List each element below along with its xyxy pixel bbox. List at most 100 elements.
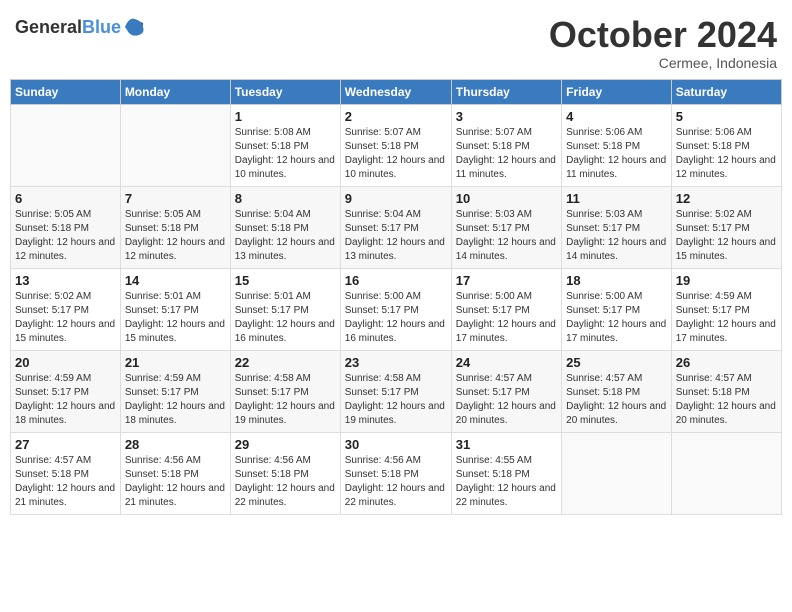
day-info: Sunrise: 5:00 AM Sunset: 5:17 PM Dayligh… xyxy=(345,290,447,346)
day-info: Sunrise: 5:02 AM Sunset: 5:17 PM Dayligh… xyxy=(676,208,777,264)
day-number: 21 xyxy=(125,355,226,370)
day-info: Sunrise: 5:05 AM Sunset: 5:18 PM Dayligh… xyxy=(125,208,226,264)
day-number: 23 xyxy=(345,355,447,370)
title-block: October 2024 Cermee, Indonesia xyxy=(549,15,777,71)
day-info: Sunrise: 5:08 AM Sunset: 5:18 PM Dayligh… xyxy=(235,126,336,182)
day-info: Sunrise: 4:56 AM Sunset: 5:18 PM Dayligh… xyxy=(125,454,226,510)
column-header-monday: Monday xyxy=(120,79,230,104)
calendar-cell: 10 Sunrise: 5:03 AM Sunset: 5:17 PM Dayli… xyxy=(451,186,561,268)
day-info: Sunrise: 5:00 AM Sunset: 5:17 PM Dayligh… xyxy=(456,290,557,346)
calendar-cell: 6 Sunrise: 5:05 AM Sunset: 5:18 PM Daylig… xyxy=(11,186,121,268)
logo-blue: Blue xyxy=(82,17,121,37)
day-number: 18 xyxy=(566,273,667,288)
calendar-cell: 20Sunrise: 4:59 AM Sunset: 5:17 PM Dayli… xyxy=(11,350,121,432)
day-info: Sunrise: 5:03 AM Sunset: 5:17 PM Dayligh… xyxy=(566,208,667,264)
day-number: 3 xyxy=(456,109,557,124)
column-header-wednesday: Wednesday xyxy=(340,79,451,104)
day-info: Sunrise: 5:02 AM Sunset: 5:17 PM Dayligh… xyxy=(15,290,116,346)
day-number: 1 xyxy=(235,109,336,124)
day-info: Sunrise: 5:04 AM Sunset: 5:17 PM Dayligh… xyxy=(345,208,447,264)
day-info: Sunrise: 4:58 AM Sunset: 5:17 PM Dayligh… xyxy=(235,372,336,428)
calendar-cell: 18Sunrise: 5:00 AM Sunset: 5:17 PM Dayli… xyxy=(562,268,672,350)
calendar-cell: 3 Sunrise: 5:07 AM Sunset: 5:18 PM Daylig… xyxy=(451,104,561,186)
day-number: 19 xyxy=(676,273,777,288)
day-number: 25 xyxy=(566,355,667,370)
day-number: 12 xyxy=(676,191,777,206)
day-info: Sunrise: 5:01 AM Sunset: 5:17 PM Dayligh… xyxy=(125,290,226,346)
calendar-cell: 19 Sunrise: 4:59 AM Sunset: 5:17 PM Dayli… xyxy=(671,268,781,350)
day-info: Sunrise: 5:07 AM Sunset: 5:18 PM Dayligh… xyxy=(345,126,447,182)
calendar-cell: 31 Sunrise: 4:55 AM Sunset: 5:18 PM Dayli… xyxy=(451,432,561,514)
calendar-cell: 4Sunrise: 5:06 AM Sunset: 5:18 PM Daylig… xyxy=(562,104,672,186)
column-header-thursday: Thursday xyxy=(451,79,561,104)
day-info: Sunrise: 4:58 AM Sunset: 5:17 PM Dayligh… xyxy=(345,372,447,428)
day-number: 15 xyxy=(235,273,336,288)
day-number: 16 xyxy=(345,273,447,288)
logo-general: General xyxy=(15,17,82,37)
week-row-5: 27 Sunrise: 4:57 AM Sunset: 5:18 PM Dayli… xyxy=(11,432,782,514)
day-number: 6 xyxy=(15,191,116,206)
calendar-cell: 25Sunrise: 4:57 AM Sunset: 5:18 PM Dayli… xyxy=(562,350,672,432)
calendar-cell: 5Sunrise: 5:06 AM Sunset: 5:18 PM Daylig… xyxy=(671,104,781,186)
week-row-1: 1 Sunrise: 5:08 AM Sunset: 5:18 PM Daylig… xyxy=(11,104,782,186)
day-number: 9 xyxy=(345,191,447,206)
day-number: 27 xyxy=(15,437,116,452)
day-info: Sunrise: 5:07 AM Sunset: 5:18 PM Dayligh… xyxy=(456,126,557,182)
calendar-cell: 14 Sunrise: 5:01 AM Sunset: 5:17 PM Dayli… xyxy=(120,268,230,350)
day-info: Sunrise: 4:59 AM Sunset: 5:17 PM Dayligh… xyxy=(125,372,226,428)
calendar-cell: 23 Sunrise: 4:58 AM Sunset: 5:17 PM Dayli… xyxy=(340,350,451,432)
calendar-cell: 7 Sunrise: 5:05 AM Sunset: 5:18 PM Daylig… xyxy=(120,186,230,268)
day-number: 26 xyxy=(676,355,777,370)
calendar-cell: 1 Sunrise: 5:08 AM Sunset: 5:18 PM Daylig… xyxy=(230,104,340,186)
calendar-cell: 22 Sunrise: 4:58 AM Sunset: 5:17 PM Dayli… xyxy=(230,350,340,432)
day-number: 5 xyxy=(676,109,777,124)
calendar-cell: 26Sunrise: 4:57 AM Sunset: 5:18 PM Dayli… xyxy=(671,350,781,432)
day-info: Sunrise: 4:57 AM Sunset: 5:18 PM Dayligh… xyxy=(15,454,116,510)
day-number: 2 xyxy=(345,109,447,124)
logo-icon xyxy=(123,15,147,39)
day-number: 28 xyxy=(125,437,226,452)
logo: GeneralBlue xyxy=(15,15,147,39)
week-row-3: 13 Sunrise: 5:02 AM Sunset: 5:17 PM Dayli… xyxy=(11,268,782,350)
day-number: 8 xyxy=(235,191,336,206)
day-number: 14 xyxy=(125,273,226,288)
day-number: 24 xyxy=(456,355,557,370)
day-info: Sunrise: 4:56 AM Sunset: 5:18 PM Dayligh… xyxy=(345,454,447,510)
day-number: 31 xyxy=(456,437,557,452)
day-number: 17 xyxy=(456,273,557,288)
day-number: 7 xyxy=(125,191,226,206)
calendar-cell: 24 Sunrise: 4:57 AM Sunset: 5:17 PM Dayli… xyxy=(451,350,561,432)
calendar-cell xyxy=(120,104,230,186)
calendar-cell: 29 Sunrise: 4:56 AM Sunset: 5:18 PM Dayli… xyxy=(230,432,340,514)
calendar-cell: 21 Sunrise: 4:59 AM Sunset: 5:17 PM Dayli… xyxy=(120,350,230,432)
calendar-cell: 17 Sunrise: 5:00 AM Sunset: 5:17 PM Dayli… xyxy=(451,268,561,350)
calendar-cell: 9 Sunrise: 5:04 AM Sunset: 5:17 PM Daylig… xyxy=(340,186,451,268)
day-number: 22 xyxy=(235,355,336,370)
column-header-friday: Friday xyxy=(562,79,672,104)
day-info: Sunrise: 4:59 AM Sunset: 5:17 PM Dayligh… xyxy=(676,290,777,346)
day-info: Sunrise: 4:55 AM Sunset: 5:18 PM Dayligh… xyxy=(456,454,557,510)
calendar-cell: 27 Sunrise: 4:57 AM Sunset: 5:18 PM Dayli… xyxy=(11,432,121,514)
location-title: Cermee, Indonesia xyxy=(549,55,777,71)
day-number: 20 xyxy=(15,355,116,370)
day-number: 29 xyxy=(235,437,336,452)
calendar-cell xyxy=(11,104,121,186)
calendar-cell xyxy=(562,432,672,514)
calendar-cell: 28 Sunrise: 4:56 AM Sunset: 5:18 PM Dayli… xyxy=(120,432,230,514)
day-number: 4 xyxy=(566,109,667,124)
day-info: Sunrise: 4:57 AM Sunset: 5:17 PM Dayligh… xyxy=(456,372,557,428)
day-info: Sunrise: 5:01 AM Sunset: 5:17 PM Dayligh… xyxy=(235,290,336,346)
column-header-sunday: Sunday xyxy=(11,79,121,104)
day-info: Sunrise: 5:05 AM Sunset: 5:18 PM Dayligh… xyxy=(15,208,116,264)
calendar-cell xyxy=(671,432,781,514)
calendar-cell: 12 Sunrise: 5:02 AM Sunset: 5:17 PM Dayli… xyxy=(671,186,781,268)
day-number: 13 xyxy=(15,273,116,288)
calendar-cell: 8Sunrise: 5:04 AM Sunset: 5:18 PM Daylig… xyxy=(230,186,340,268)
day-number: 30 xyxy=(345,437,447,452)
calendar-cell: 13 Sunrise: 5:02 AM Sunset: 5:17 PM Dayli… xyxy=(11,268,121,350)
month-title: October 2024 xyxy=(549,15,777,55)
calendar-cell: 2 Sunrise: 5:07 AM Sunset: 5:18 PM Daylig… xyxy=(340,104,451,186)
day-info: Sunrise: 4:56 AM Sunset: 5:18 PM Dayligh… xyxy=(235,454,336,510)
day-number: 10 xyxy=(456,191,557,206)
day-info: Sunrise: 5:03 AM Sunset: 5:17 PM Dayligh… xyxy=(456,208,557,264)
